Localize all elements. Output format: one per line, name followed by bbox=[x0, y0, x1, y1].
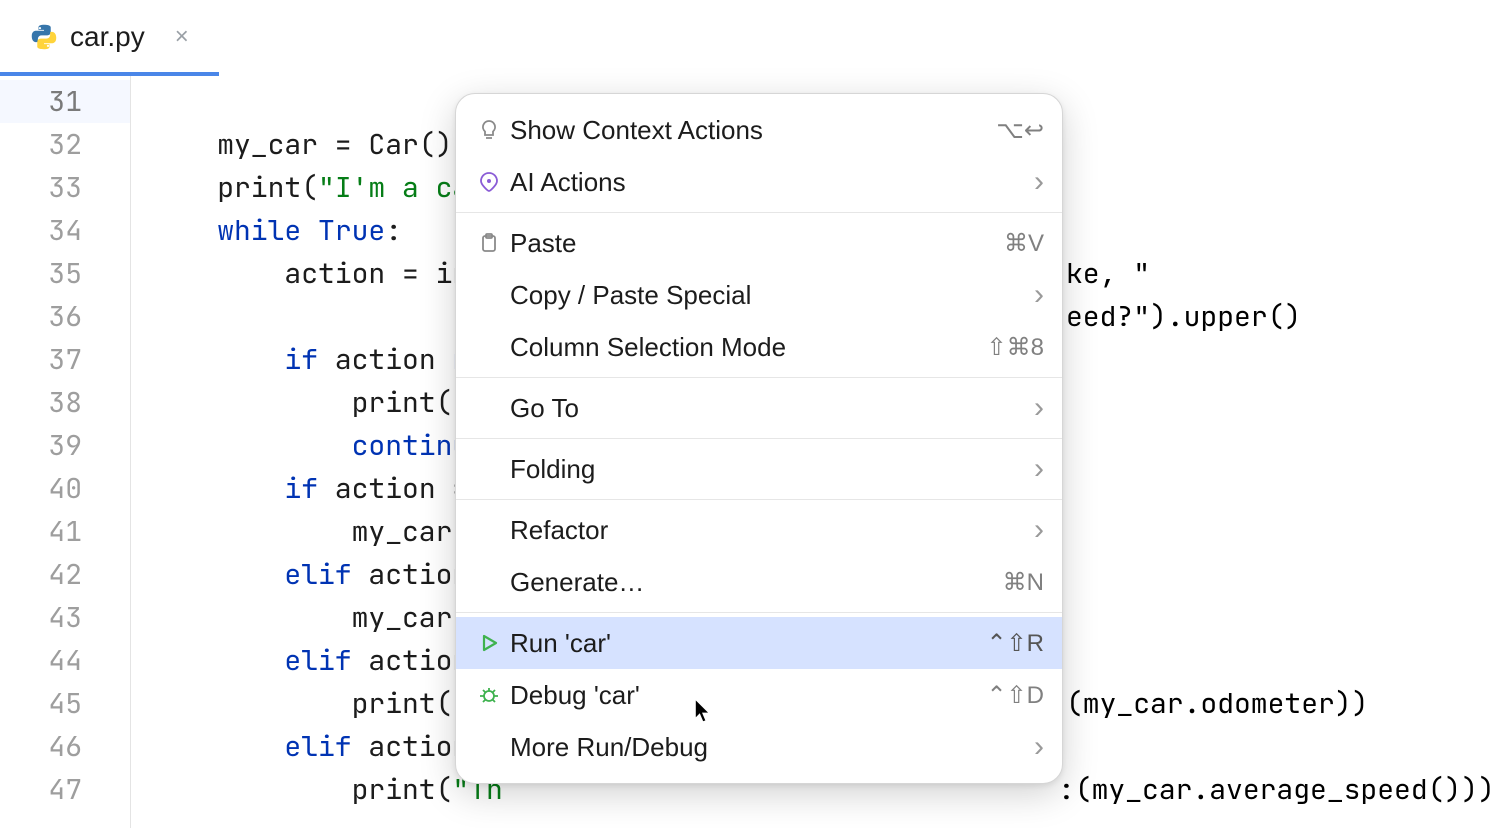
close-icon[interactable]: × bbox=[175, 23, 189, 51]
code-content-tail: eed?").upper() bbox=[1066, 295, 1301, 338]
menu-item-label: Refactor bbox=[506, 515, 1034, 546]
code-content[interactable] bbox=[130, 80, 217, 123]
code-content[interactable]: my_car.ac bbox=[130, 510, 503, 553]
code-content[interactable]: print("I'm a car! bbox=[130, 166, 503, 209]
code-content[interactable]: print("Th bbox=[130, 682, 503, 725]
menu-item-shortcut: ⌥↩ bbox=[996, 116, 1044, 145]
python-icon bbox=[30, 23, 58, 51]
menu-item-more-run[interactable]: More Run/Debug› bbox=[456, 721, 1062, 773]
menu-item-column-selection[interactable]: Column Selection Mode⇧⌘8 bbox=[456, 321, 1062, 373]
code-content[interactable]: elif action = bbox=[130, 639, 503, 682]
line-number: 35 bbox=[0, 252, 130, 295]
code-content[interactable]: my_car.br bbox=[130, 596, 503, 639]
code-content-tail: (my_car.odometer)) bbox=[1066, 682, 1368, 725]
menu-item-label: Folding bbox=[506, 454, 1034, 485]
menu-item-shortcut: ⌘N bbox=[1003, 568, 1044, 597]
menu-item-label: Go To bbox=[506, 393, 1034, 424]
line-number: 47 bbox=[0, 768, 130, 811]
code-content[interactable]: if action == bbox=[130, 467, 503, 510]
menu-item-label: Run 'car' bbox=[506, 628, 986, 659]
bulb-icon bbox=[472, 116, 506, 144]
line-number: 36 bbox=[0, 295, 130, 338]
blank-icon bbox=[472, 333, 506, 361]
menu-item-refactor[interactable]: Refactor› bbox=[456, 504, 1062, 556]
menu-item-label: Debug 'car' bbox=[506, 680, 986, 711]
code-content-tail: :(my_car.average_speed())) bbox=[1058, 768, 1492, 811]
menu-item-ai-actions[interactable]: AI Actions› bbox=[456, 156, 1062, 208]
menu-item-label: More Run/Debug bbox=[506, 732, 1034, 763]
menu-item-label: Paste bbox=[506, 228, 1004, 259]
blank-icon bbox=[472, 394, 506, 422]
editor-context-menu[interactable]: Show Context Actions⌥↩AI Actions›Paste⌘V… bbox=[455, 93, 1063, 784]
menu-item-goto[interactable]: Go To› bbox=[456, 382, 1062, 434]
chevron-right-icon: › bbox=[1034, 513, 1044, 547]
menu-item-generate[interactable]: Generate…⌘N bbox=[456, 556, 1062, 608]
code-content[interactable]: continue bbox=[130, 424, 486, 467]
chevron-right-icon: › bbox=[1034, 391, 1044, 425]
code-content[interactable]: print("Th bbox=[130, 768, 503, 811]
menu-item-label: Copy / Paste Special bbox=[506, 280, 1034, 311]
play-icon bbox=[472, 629, 506, 657]
line-number: 40 bbox=[0, 467, 130, 510]
line-number: 32 bbox=[0, 123, 130, 166]
menu-item-label: Generate… bbox=[506, 567, 1003, 598]
menu-item-label: Show Context Actions bbox=[506, 115, 996, 146]
menu-item-label: Column Selection Mode bbox=[506, 332, 987, 363]
line-number: 34 bbox=[0, 209, 130, 252]
menu-item-context-actions[interactable]: Show Context Actions⌥↩ bbox=[456, 104, 1062, 156]
clipboard-icon bbox=[472, 229, 506, 257]
blank-icon bbox=[472, 455, 506, 483]
chevron-right-icon: › bbox=[1034, 165, 1044, 199]
blank-icon bbox=[472, 281, 506, 309]
code-content[interactable]: elif action = bbox=[130, 725, 503, 768]
line-number: 41 bbox=[0, 510, 130, 553]
menu-item-shortcut: ⇧⌘8 bbox=[987, 333, 1044, 362]
code-content[interactable]: action = inpu bbox=[130, 252, 503, 295]
line-number: 44 bbox=[0, 639, 130, 682]
menu-item-folding[interactable]: Folding› bbox=[456, 443, 1062, 495]
menu-item-shortcut: ⌃⇧D bbox=[986, 681, 1044, 710]
line-number: 37 bbox=[0, 338, 130, 381]
code-content[interactable]: my_car = Car() bbox=[130, 123, 452, 166]
line-number: 31 bbox=[0, 80, 130, 123]
menu-item-copy-paste-special[interactable]: Copy / Paste Special› bbox=[456, 269, 1062, 321]
code-content[interactable]: while True: bbox=[130, 209, 402, 252]
chevron-right-icon: › bbox=[1034, 278, 1044, 312]
code-content[interactable] bbox=[130, 295, 352, 338]
code-content[interactable]: print("I bbox=[130, 381, 486, 424]
chevron-right-icon: › bbox=[1034, 452, 1044, 486]
line-number: 42 bbox=[0, 553, 130, 596]
blank-icon bbox=[472, 568, 506, 596]
mouse-cursor-icon bbox=[694, 698, 716, 724]
blank-icon bbox=[472, 516, 506, 544]
code-content[interactable]: elif action = bbox=[130, 553, 503, 596]
line-number: 33 bbox=[0, 166, 130, 209]
line-number: 45 bbox=[0, 682, 130, 725]
menu-item-paste[interactable]: Paste⌘V bbox=[456, 217, 1062, 269]
line-number: 43 bbox=[0, 596, 130, 639]
menu-item-run[interactable]: Run 'car'⌃⇧R bbox=[456, 617, 1062, 669]
line-number: 39 bbox=[0, 424, 130, 467]
ai-icon bbox=[472, 168, 506, 196]
tab-bar: car.py × bbox=[0, 0, 1492, 76]
line-number: 38 bbox=[0, 381, 130, 424]
code-content[interactable]: if action not bbox=[130, 338, 503, 381]
tab-filename: car.py bbox=[70, 21, 145, 53]
menu-item-shortcut: ⌘V bbox=[1004, 229, 1044, 258]
chevron-right-icon: › bbox=[1034, 730, 1044, 764]
blank-icon bbox=[472, 733, 506, 761]
menu-item-shortcut: ⌃⇧R bbox=[986, 629, 1044, 658]
tab-car-py[interactable]: car.py × bbox=[0, 16, 219, 76]
menu-item-debug[interactable]: Debug 'car'⌃⇧D bbox=[456, 669, 1062, 721]
code-content-tail: ke, " bbox=[1066, 252, 1150, 295]
bug-icon bbox=[472, 681, 506, 709]
menu-item-label: AI Actions bbox=[506, 167, 1034, 198]
line-number: 46 bbox=[0, 725, 130, 768]
